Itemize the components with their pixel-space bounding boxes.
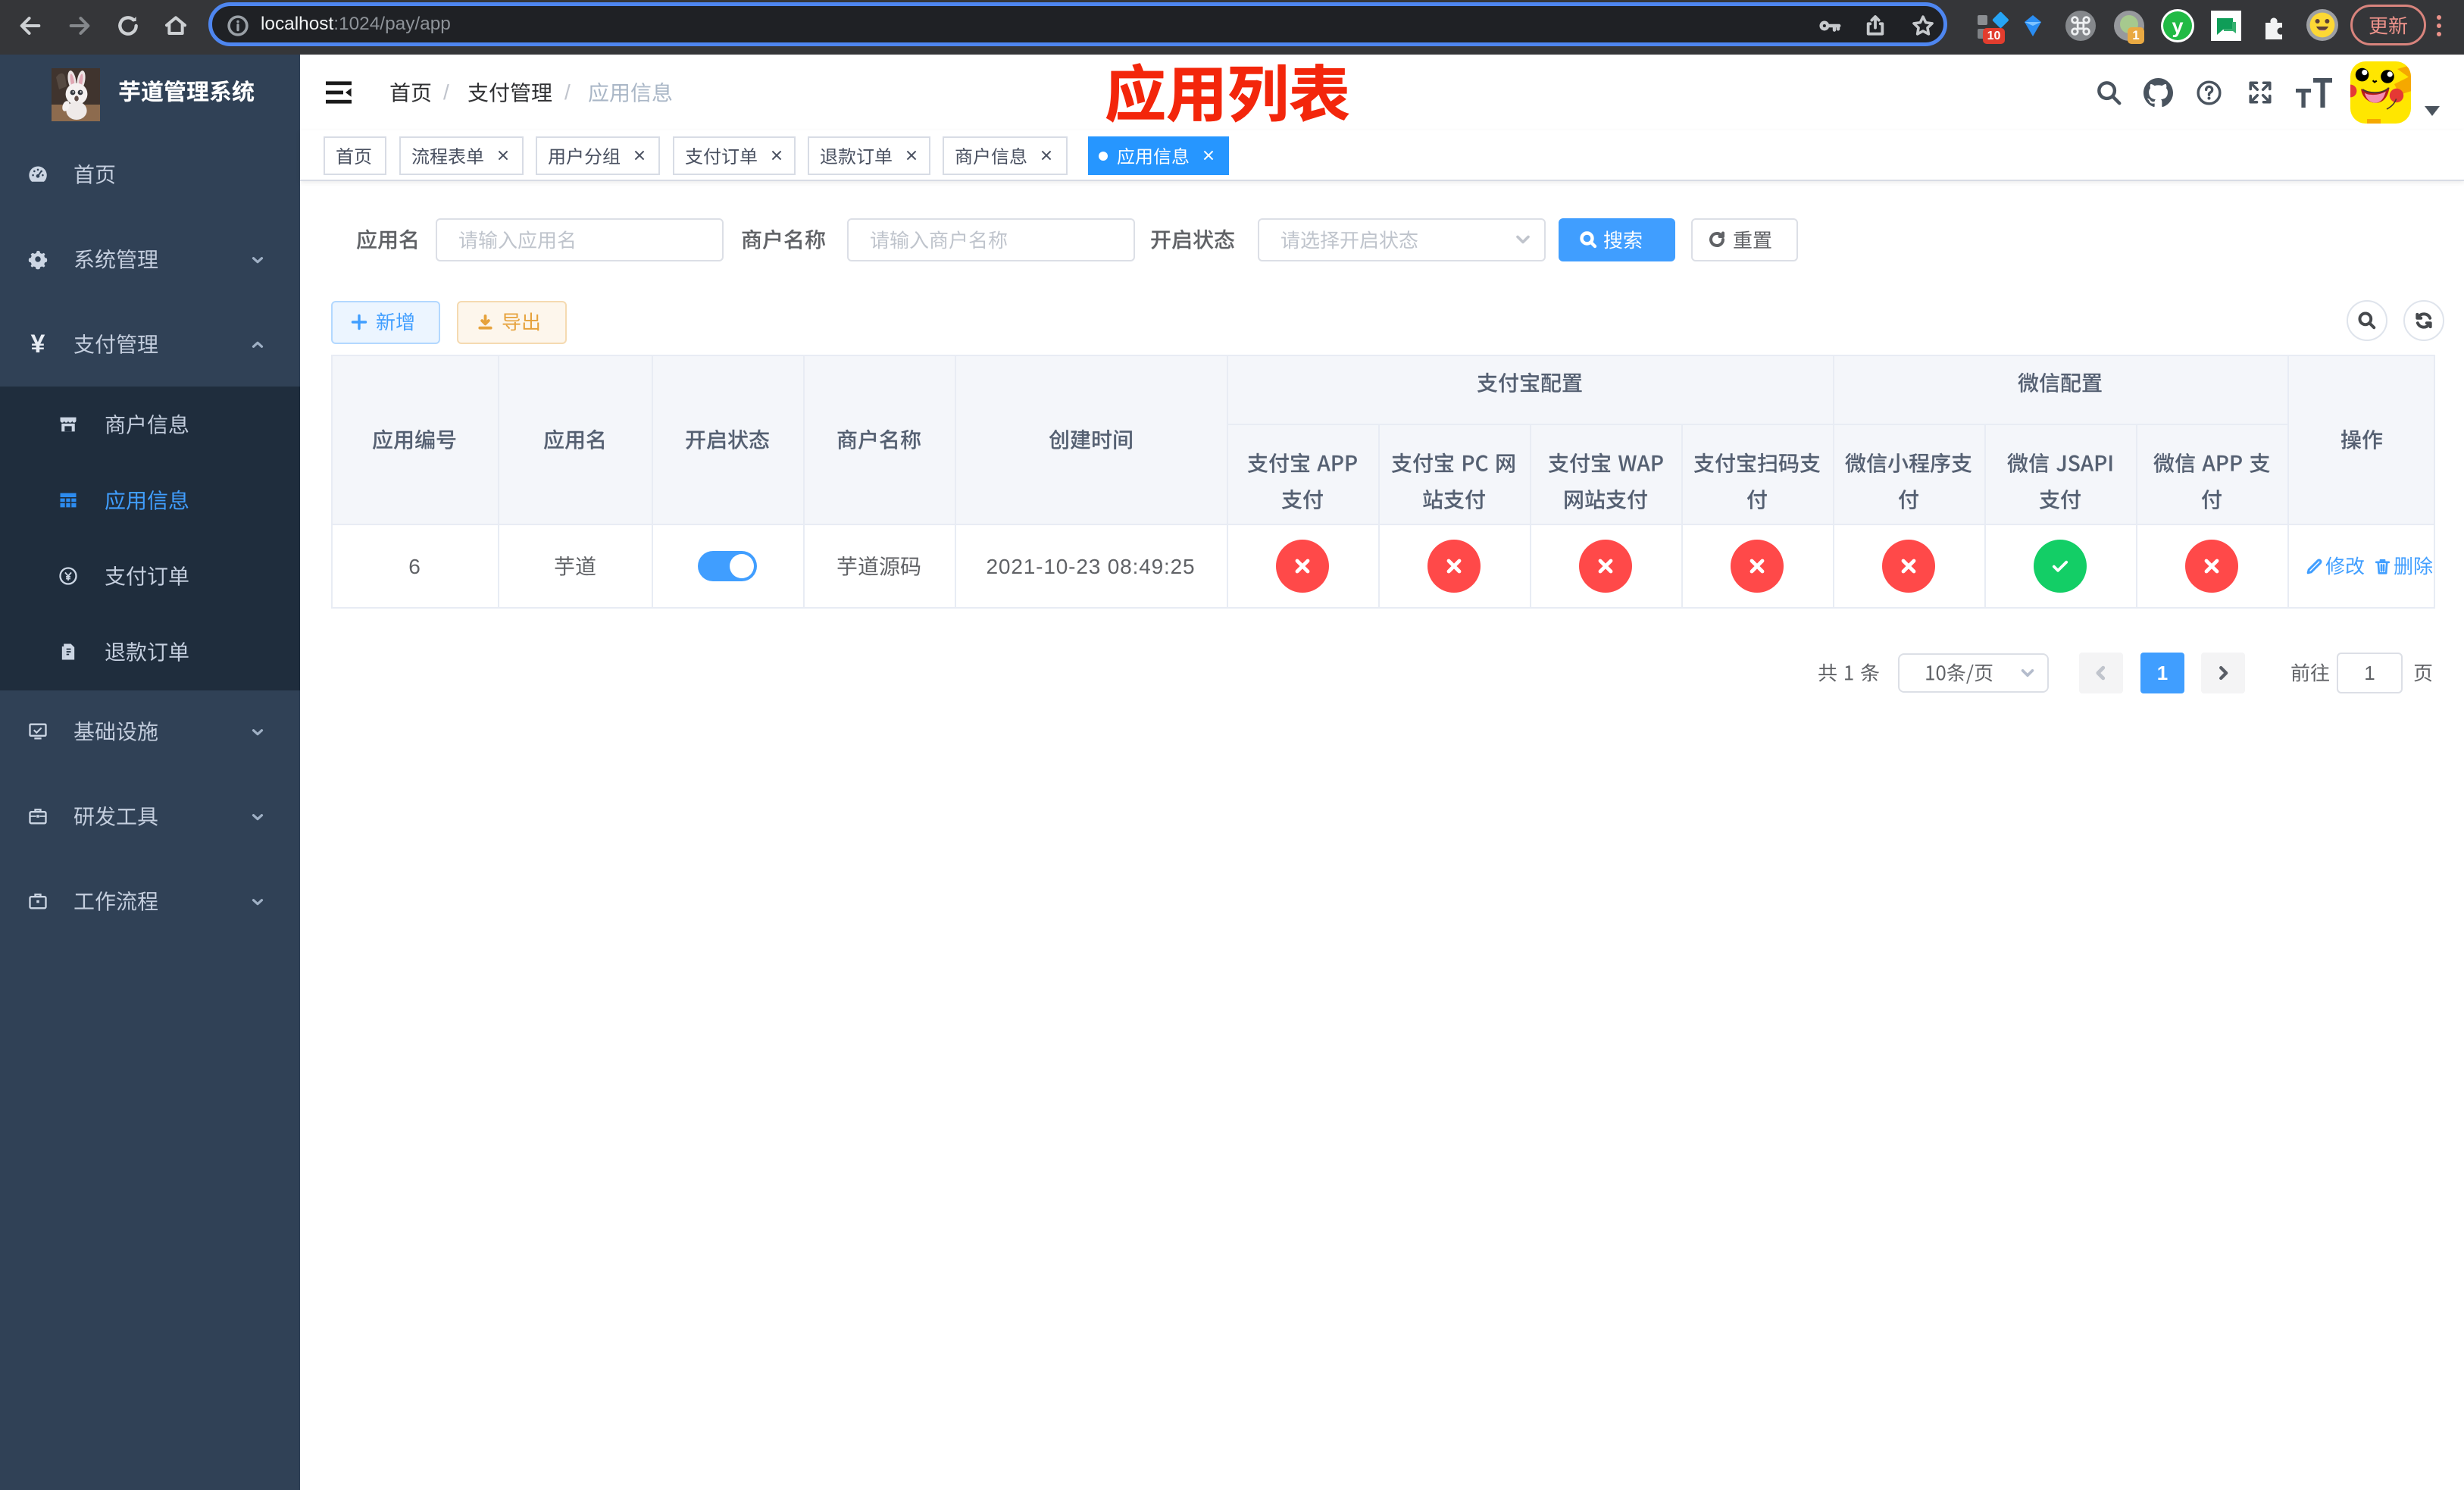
svg-text:y: y — [2172, 15, 2183, 38]
